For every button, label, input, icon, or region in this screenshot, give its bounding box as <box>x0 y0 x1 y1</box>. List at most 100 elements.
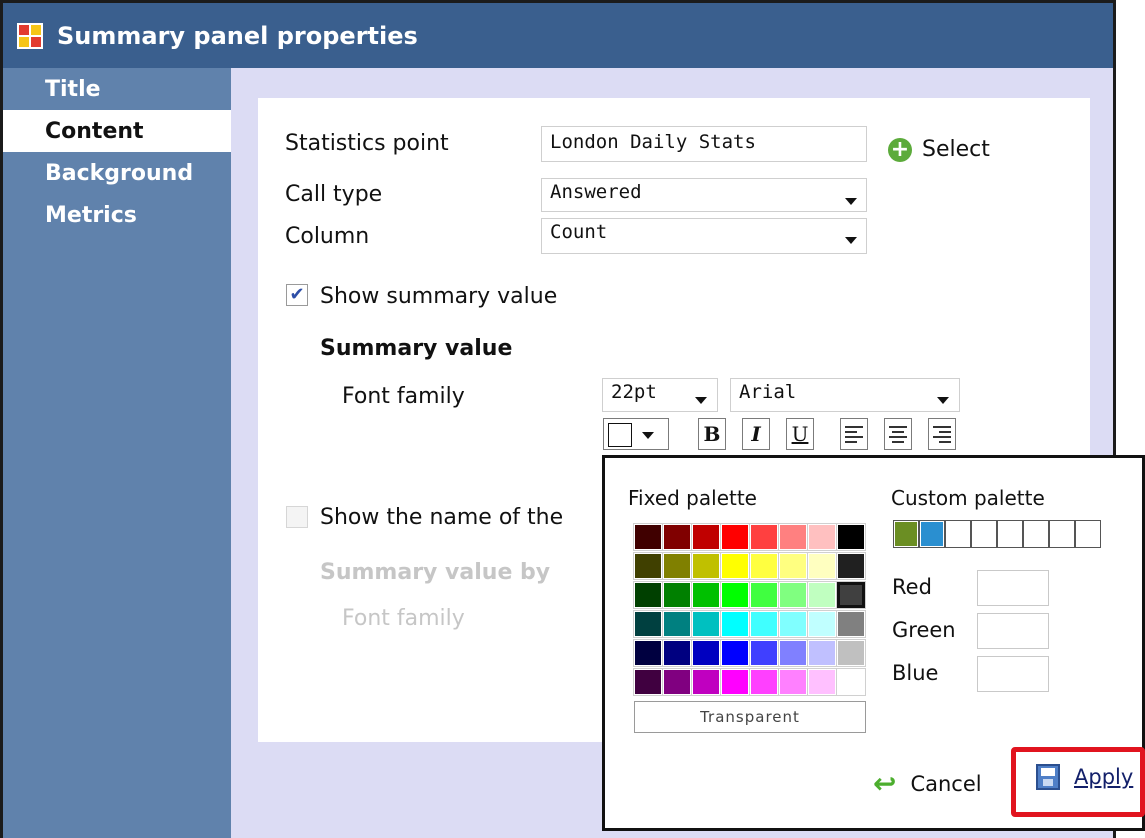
chevron-down-icon <box>695 397 707 404</box>
palette-swatch[interactable] <box>807 639 837 667</box>
statistics-point-label: Statistics point <box>285 131 449 156</box>
palette-swatch[interactable] <box>749 610 779 638</box>
palette-swatch[interactable] <box>662 523 692 551</box>
palette-swatch[interactable] <box>720 552 750 580</box>
font-name-select[interactable]: Arial <box>730 378 960 412</box>
palette-swatch[interactable] <box>633 523 663 551</box>
undo-icon: ↩ <box>873 767 897 800</box>
palette-swatch[interactable] <box>807 610 837 638</box>
palette-swatch[interactable] <box>720 639 750 667</box>
chevron-down-icon <box>937 397 949 404</box>
show-summary-value-checkbox[interactable]: ✔ <box>286 284 308 306</box>
column-select[interactable]: Count <box>541 218 867 254</box>
palette-swatch[interactable] <box>778 581 808 609</box>
cancel-label: Cancel <box>910 772 982 796</box>
sidebar-item-metrics[interactable]: Metrics <box>3 194 231 236</box>
palette-swatch[interactable] <box>836 610 866 638</box>
align-left-icon[interactable] <box>840 418 868 450</box>
sidebar-item-content[interactable]: Content <box>3 110 231 152</box>
italic-button[interactable]: I <box>742 418 770 450</box>
palette-swatch[interactable] <box>691 581 721 609</box>
palette-swatch[interactable] <box>807 523 837 551</box>
palette-swatch[interactable] <box>836 552 866 580</box>
save-icon <box>1036 764 1060 790</box>
palette-swatch[interactable] <box>720 523 750 551</box>
palette-swatch[interactable] <box>778 552 808 580</box>
select-button[interactable]: + Select <box>888 137 990 162</box>
font-size-select[interactable]: 22pt <box>602 378 718 412</box>
blue-input[interactable] <box>977 656 1049 692</box>
palette-swatch[interactable] <box>691 552 721 580</box>
palette-swatch[interactable] <box>633 552 663 580</box>
palette-swatch[interactable] <box>778 610 808 638</box>
transparent-button[interactable]: Transparent <box>634 701 866 733</box>
green-input[interactable] <box>977 613 1049 649</box>
palette-swatch[interactable] <box>778 639 808 667</box>
custom-palette-swatch[interactable] <box>971 520 997 548</box>
palette-swatch[interactable] <box>662 581 692 609</box>
cancel-button[interactable]: ↩ Cancel <box>873 770 982 798</box>
red-label: Red <box>892 575 932 599</box>
custom-palette-swatch[interactable] <box>997 520 1023 548</box>
palette-swatch[interactable] <box>836 668 866 696</box>
add-icon: + <box>888 137 912 162</box>
call-type-value: Answered <box>550 181 642 203</box>
custom-palette-swatch[interactable] <box>1023 520 1049 548</box>
palette-swatch[interactable] <box>749 523 779 551</box>
palette-swatch[interactable] <box>807 668 837 696</box>
call-type-label: Call type <box>285 182 383 207</box>
font-family-label: Font family <box>342 384 465 409</box>
align-right-icon[interactable] <box>928 418 956 450</box>
custom-palette-swatch[interactable] <box>919 520 945 548</box>
apply-button[interactable]: Apply <box>1036 764 1133 790</box>
show-summary-value-label: Show summary value <box>320 284 558 309</box>
palette-swatch[interactable] <box>720 581 750 609</box>
custom-palette-swatch[interactable] <box>1075 520 1101 548</box>
column-label: Column <box>285 224 370 249</box>
palette-swatch[interactable] <box>749 668 779 696</box>
palette-swatch[interactable] <box>691 610 721 638</box>
palette-swatch[interactable] <box>662 552 692 580</box>
palette-swatch[interactable] <box>691 523 721 551</box>
custom-palette-label: Custom palette <box>891 486 1045 510</box>
statistics-point-field[interactable]: London Daily Stats <box>541 126 867 162</box>
custom-palette-swatch[interactable] <box>945 520 971 548</box>
palette-swatch[interactable] <box>807 581 837 609</box>
summary-value-heading: Summary value <box>320 336 513 361</box>
palette-swatch[interactable] <box>807 552 837 580</box>
custom-palette-swatch[interactable] <box>1049 520 1075 548</box>
palette-swatch[interactable] <box>633 639 663 667</box>
show-name-checkbox[interactable] <box>286 506 308 528</box>
fixed-palette-label: Fixed palette <box>628 486 757 510</box>
palette-swatch[interactable] <box>633 581 663 609</box>
palette-swatch[interactable] <box>749 639 779 667</box>
palette-swatch[interactable] <box>662 610 692 638</box>
sidebar-item-title[interactable]: Title <box>3 68 231 110</box>
palette-swatch[interactable] <box>720 668 750 696</box>
select-label: Select <box>922 137 990 162</box>
palette-swatch[interactable] <box>691 668 721 696</box>
palette-swatch[interactable] <box>749 581 779 609</box>
red-input[interactable] <box>977 570 1049 606</box>
palette-swatch[interactable] <box>720 610 750 638</box>
palette-swatch[interactable] <box>662 639 692 667</box>
custom-palette-swatch[interactable] <box>893 520 919 548</box>
palette-swatch[interactable] <box>778 668 808 696</box>
underline-button[interactable]: U <box>786 418 814 450</box>
palette-swatch[interactable] <box>633 668 663 696</box>
palette-swatch[interactable] <box>778 523 808 551</box>
palette-swatch[interactable] <box>691 639 721 667</box>
palette-swatch[interactable] <box>662 668 692 696</box>
column-value: Count <box>550 221 608 243</box>
palette-swatch[interactable] <box>836 639 866 667</box>
align-center-icon[interactable] <box>884 418 912 450</box>
apply-highlight: Apply <box>1011 747 1145 817</box>
call-type-select[interactable]: Answered <box>541 178 867 212</box>
bold-button[interactable]: B <box>698 418 726 450</box>
palette-swatch[interactable] <box>749 552 779 580</box>
palette-swatch[interactable] <box>836 581 866 609</box>
sidebar-item-background[interactable]: Background <box>3 152 231 194</box>
palette-swatch[interactable] <box>633 610 663 638</box>
text-color-picker[interactable] <box>603 418 669 450</box>
palette-swatch[interactable] <box>836 523 866 551</box>
